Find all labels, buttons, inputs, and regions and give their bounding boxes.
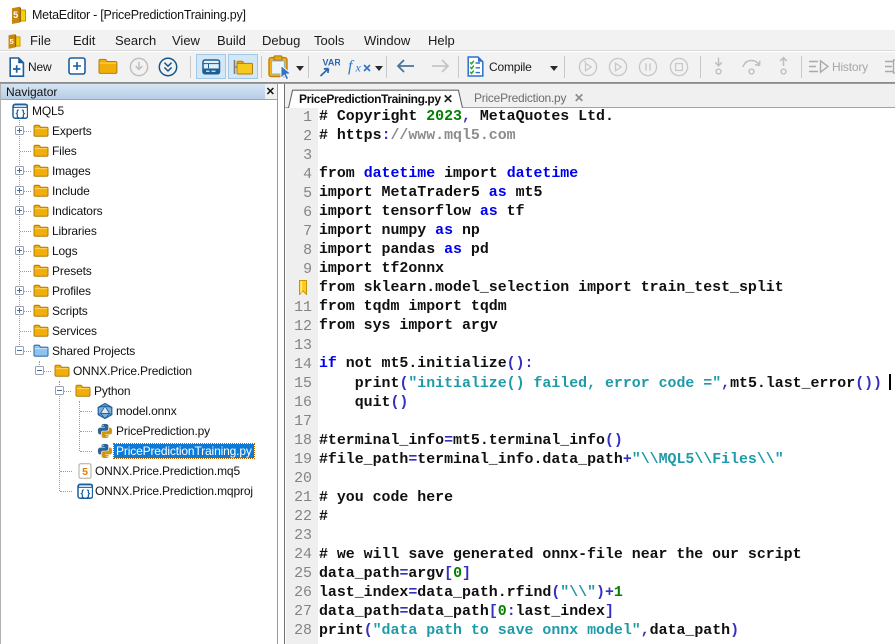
svg-text:5: 5 xyxy=(13,10,18,20)
svg-text:f: f xyxy=(348,58,355,75)
svg-text:5: 5 xyxy=(9,37,14,46)
svg-text:VAR: VAR xyxy=(323,58,341,68)
svg-text:x: x xyxy=(355,61,362,75)
